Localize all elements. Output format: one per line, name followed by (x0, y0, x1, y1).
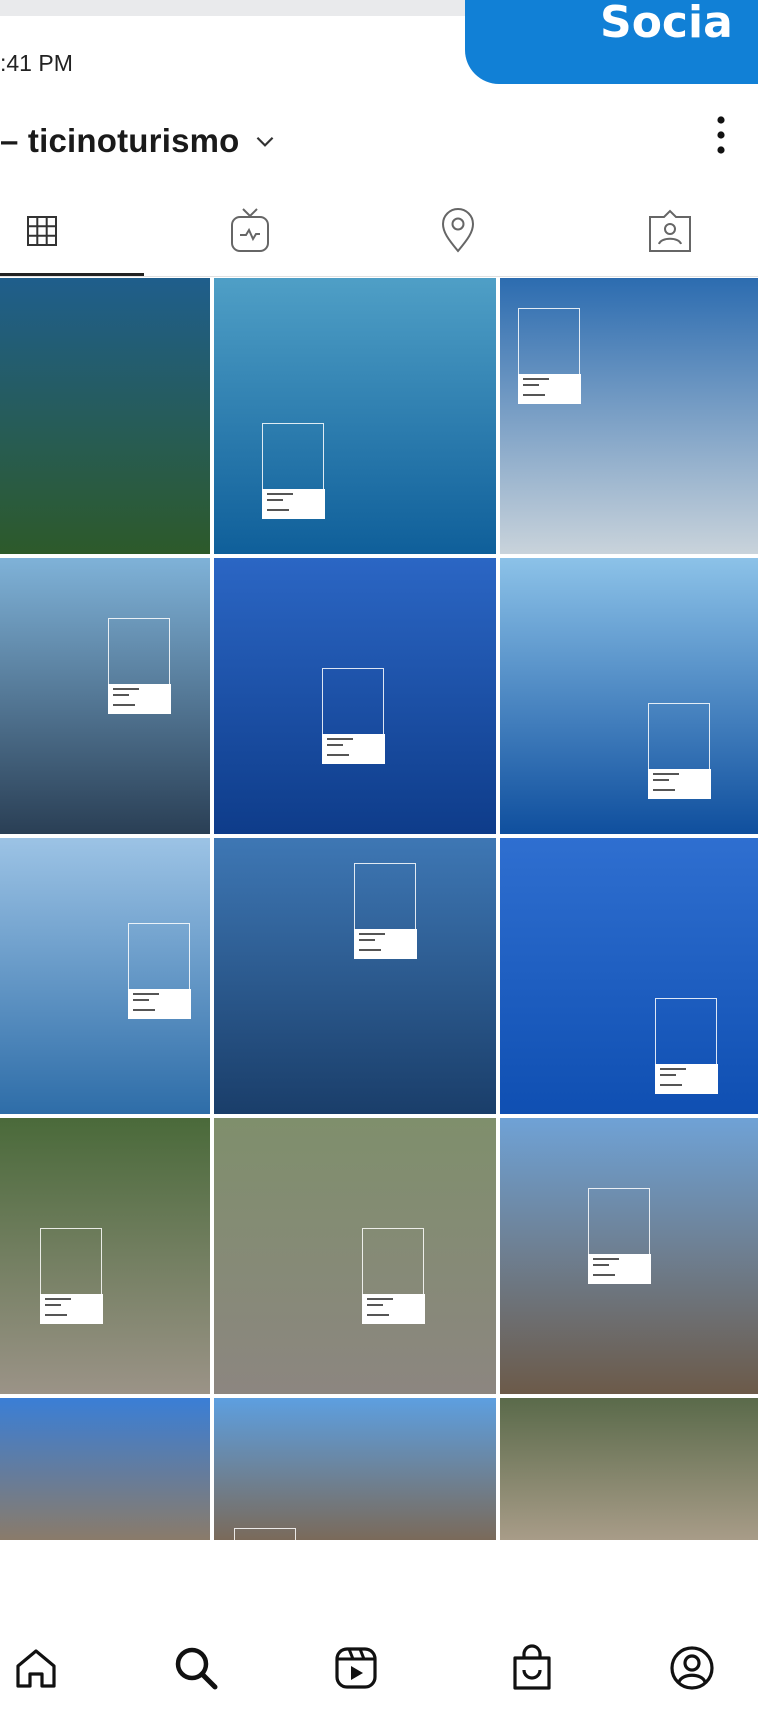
nav-profile[interactable] (664, 1640, 720, 1696)
tab-posts-grid[interactable] (12, 198, 72, 264)
home-icon (16, 1649, 56, 1688)
color-swatch-overlay (654, 998, 718, 1094)
grid-post[interactable] (500, 1118, 758, 1394)
color-swatch-overlay (587, 1188, 651, 1284)
grid-post[interactable] (500, 1398, 758, 1540)
color-swatch-overlay (647, 703, 711, 799)
search-icon (175, 1647, 218, 1690)
bottom-navigation (0, 1600, 758, 1720)
status-bar-time: :41 PM (0, 50, 73, 76)
chevron-down-icon[interactable] (252, 128, 278, 154)
tab-divider (0, 276, 758, 277)
profile-tabs (0, 198, 758, 278)
grid-icon (27, 216, 57, 246)
color-swatch-overlay (353, 863, 417, 959)
location-pin-icon (441, 208, 475, 253)
nav-search[interactable] (168, 1640, 224, 1696)
grid-post[interactable] (214, 1398, 496, 1540)
tagged-person-icon (649, 209, 691, 252)
grid-post[interactable] (214, 1118, 496, 1394)
grid-post[interactable] (214, 558, 496, 834)
grid-post[interactable] (214, 278, 496, 554)
tab-tagged[interactable] (640, 198, 700, 264)
color-swatch-overlay (127, 923, 191, 1019)
grid-post[interactable] (214, 838, 496, 1114)
social-tag-label: Socia (600, 0, 733, 48)
color-swatch-overlay (39, 1228, 103, 1324)
tab-igtv[interactable] (220, 198, 280, 264)
reels-icon (335, 1647, 377, 1689)
grid-post[interactable] (0, 558, 210, 834)
grid-post[interactable] (0, 838, 210, 1114)
profile-icon (670, 1646, 714, 1690)
tv-icon (231, 208, 269, 252)
grid-post[interactable] (500, 558, 758, 834)
more-options-icon[interactable] (714, 114, 728, 156)
nav-shop[interactable] (504, 1640, 560, 1696)
social-tag: Socia (465, 0, 758, 84)
color-swatch-overlay (361, 1228, 425, 1324)
nav-reels[interactable] (328, 1640, 384, 1696)
grid-post[interactable] (500, 278, 758, 554)
grid-post[interactable] (0, 1398, 210, 1540)
profile-header[interactable]: – ticinoturismo (0, 118, 278, 164)
grid-post[interactable] (500, 838, 758, 1114)
color-swatch-overlay (107, 618, 171, 714)
grid-post[interactable] (0, 1118, 210, 1394)
color-swatch-overlay (261, 423, 325, 519)
tab-places[interactable] (428, 198, 488, 264)
color-swatch-overlay (234, 1528, 296, 1540)
nav-home[interactable] (8, 1640, 64, 1696)
grid-post[interactable] (0, 278, 210, 554)
profile-username[interactable]: – ticinoturismo (0, 122, 240, 160)
color-swatch-overlay (321, 668, 385, 764)
shop-bag-icon (513, 1644, 551, 1690)
color-swatch-overlay (517, 308, 581, 404)
